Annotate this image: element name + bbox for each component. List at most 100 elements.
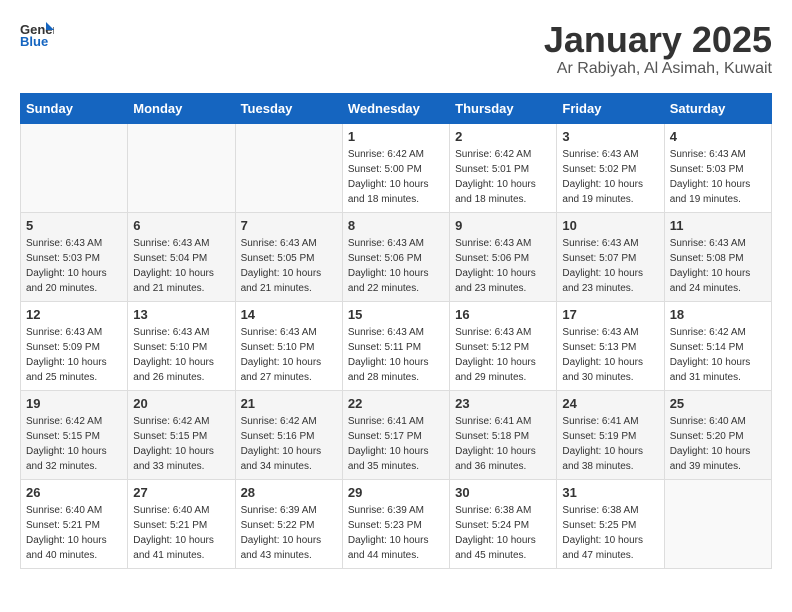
day-number: 29 — [348, 485, 444, 500]
calendar-cell: 25 Sunrise: 6:40 AM Sunset: 5:20 PM Dayli… — [664, 390, 771, 479]
weekday-header-sunday: Sunday — [21, 93, 128, 123]
calendar-cell — [128, 123, 235, 212]
day-info: Sunrise: 6:40 AM Sunset: 5:21 PM Dayligh… — [133, 503, 229, 563]
calendar-week-3: 12Sunrise: 6:43 AM Sunset: 5:09 PM Dayli… — [21, 301, 772, 390]
day-info: Sunrise: 6:41 AM Sunset: 5:18 PM Dayligh… — [455, 414, 551, 474]
weekday-header-tuesday: Tuesday — [235, 93, 342, 123]
calendar-cell: 20 Sunrise: 6:42 AM Sunset: 5:15 PM Dayli… — [128, 390, 235, 479]
calendar-cell: 27Sunrise: 6:40 AM Sunset: 5:21 PM Dayli… — [128, 479, 235, 568]
day-info: Sunrise: 6:43 AM Sunset: 5:10 PM Dayligh… — [133, 325, 229, 385]
day-info: Sunrise: 6:41 AM Sunset: 5:19 PM Dayligh… — [562, 414, 658, 474]
calendar-cell: 9 Sunrise: 6:43 AM Sunset: 5:06 PM Daylig… — [450, 212, 557, 301]
calendar-cell: 7Sunrise: 6:43 AM Sunset: 5:05 PM Daylig… — [235, 212, 342, 301]
calendar-cell: 29 Sunrise: 6:39 AM Sunset: 5:23 PM Dayli… — [342, 479, 449, 568]
calendar-cell: 26 Sunrise: 6:40 AM Sunset: 5:21 PM Dayli… — [21, 479, 128, 568]
day-info: Sunrise: 6:43 AM Sunset: 5:06 PM Dayligh… — [348, 236, 444, 296]
day-info: Sunrise: 6:43 AM Sunset: 5:03 PM Dayligh… — [26, 236, 122, 296]
day-info: Sunrise: 6:43 AM Sunset: 5:02 PM Dayligh… — [562, 147, 658, 207]
day-number: 23 — [455, 396, 551, 411]
calendar-cell: 6 Sunrise: 6:43 AM Sunset: 5:04 PM Daylig… — [128, 212, 235, 301]
day-info: Sunrise: 6:40 AM Sunset: 5:21 PM Dayligh… — [26, 503, 122, 563]
day-info: Sunrise: 6:43 AM Sunset: 5:04 PM Dayligh… — [133, 236, 229, 296]
calendar-cell: 30 Sunrise: 6:38 AM Sunset: 5:24 PM Dayli… — [450, 479, 557, 568]
day-info: Sunrise: 6:39 AM Sunset: 5:22 PM Dayligh… — [241, 503, 337, 563]
day-number: 3 — [562, 129, 658, 144]
day-info: Sunrise: 6:41 AM Sunset: 5:17 PM Dayligh… — [348, 414, 444, 474]
day-info: Sunrise: 6:43 AM Sunset: 5:06 PM Dayligh… — [455, 236, 551, 296]
day-number: 4 — [670, 129, 766, 144]
month-title: January 2025 — [544, 20, 772, 60]
calendar-cell: 24 Sunrise: 6:41 AM Sunset: 5:19 PM Dayli… — [557, 390, 664, 479]
calendar-cell: 3 Sunrise: 6:43 AM Sunset: 5:02 PM Daylig… — [557, 123, 664, 212]
calendar-cell: 28 Sunrise: 6:39 AM Sunset: 5:22 PM Dayli… — [235, 479, 342, 568]
day-number: 25 — [670, 396, 766, 411]
day-number: 11 — [670, 218, 766, 233]
day-info: Sunrise: 6:38 AM Sunset: 5:25 PM Dayligh… — [562, 503, 658, 563]
day-info: Sunrise: 6:43 AM Sunset: 5:08 PM Dayligh… — [670, 236, 766, 296]
calendar-cell: 12Sunrise: 6:43 AM Sunset: 5:09 PM Dayli… — [21, 301, 128, 390]
day-number: 13 — [133, 307, 229, 322]
day-number: 22 — [348, 396, 444, 411]
calendar-cell: 22 Sunrise: 6:41 AM Sunset: 5:17 PM Dayli… — [342, 390, 449, 479]
calendar-cell: 2 Sunrise: 6:42 AM Sunset: 5:01 PM Daylig… — [450, 123, 557, 212]
day-number: 10 — [562, 218, 658, 233]
day-info: Sunrise: 6:39 AM Sunset: 5:23 PM Dayligh… — [348, 503, 444, 563]
day-number: 26 — [26, 485, 122, 500]
logo: General Blue — [20, 20, 54, 48]
day-number: 21 — [241, 396, 337, 411]
day-number: 20 — [133, 396, 229, 411]
calendar-cell: 13 Sunrise: 6:43 AM Sunset: 5:10 PM Dayli… — [128, 301, 235, 390]
day-number: 19 — [26, 396, 122, 411]
day-info: Sunrise: 6:42 AM Sunset: 5:15 PM Dayligh… — [133, 414, 229, 474]
calendar-cell: 4 Sunrise: 6:43 AM Sunset: 5:03 PM Daylig… — [664, 123, 771, 212]
day-info: Sunrise: 6:43 AM Sunset: 5:13 PM Dayligh… — [562, 325, 658, 385]
day-number: 31 — [562, 485, 658, 500]
day-info: Sunrise: 6:40 AM Sunset: 5:20 PM Dayligh… — [670, 414, 766, 474]
day-info: Sunrise: 6:42 AM Sunset: 5:01 PM Dayligh… — [455, 147, 551, 207]
calendar-table: SundayMondayTuesdayWednesdayThursdayFrid… — [20, 93, 772, 569]
svg-text:Blue: Blue — [20, 34, 48, 48]
calendar-cell — [235, 123, 342, 212]
calendar-cell: 16Sunrise: 6:43 AM Sunset: 5:12 PM Dayli… — [450, 301, 557, 390]
day-info: Sunrise: 6:42 AM Sunset: 5:15 PM Dayligh… — [26, 414, 122, 474]
calendar-cell: 31 Sunrise: 6:38 AM Sunset: 5:25 PM Dayli… — [557, 479, 664, 568]
day-info: Sunrise: 6:43 AM Sunset: 5:03 PM Dayligh… — [670, 147, 766, 207]
calendar-header-row: SundayMondayTuesdayWednesdayThursdayFrid… — [21, 93, 772, 123]
calendar-cell: 11 Sunrise: 6:43 AM Sunset: 5:08 PM Dayli… — [664, 212, 771, 301]
calendar-cell: 14Sunrise: 6:43 AM Sunset: 5:10 PM Dayli… — [235, 301, 342, 390]
day-info: Sunrise: 6:43 AM Sunset: 5:12 PM Dayligh… — [455, 325, 551, 385]
calendar-cell: 8 Sunrise: 6:43 AM Sunset: 5:06 PM Daylig… — [342, 212, 449, 301]
calendar-cell: 1Sunrise: 6:42 AM Sunset: 5:00 PM Daylig… — [342, 123, 449, 212]
day-number: 5 — [26, 218, 122, 233]
day-info: Sunrise: 6:42 AM Sunset: 5:14 PM Dayligh… — [670, 325, 766, 385]
title-section: January 2025 Ar Rabiyah, Al Asimah, Kuwa… — [544, 20, 772, 78]
day-number: 6 — [133, 218, 229, 233]
weekday-header-saturday: Saturday — [664, 93, 771, 123]
day-number: 24 — [562, 396, 658, 411]
day-info: Sunrise: 6:38 AM Sunset: 5:24 PM Dayligh… — [455, 503, 551, 563]
calendar-cell: 17Sunrise: 6:43 AM Sunset: 5:13 PM Dayli… — [557, 301, 664, 390]
calendar-cell — [664, 479, 771, 568]
calendar-cell: 10Sunrise: 6:43 AM Sunset: 5:07 PM Dayli… — [557, 212, 664, 301]
calendar-cell: 19 Sunrise: 6:42 AM Sunset: 5:15 PM Dayli… — [21, 390, 128, 479]
weekday-header-thursday: Thursday — [450, 93, 557, 123]
day-number: 8 — [348, 218, 444, 233]
day-info: Sunrise: 6:42 AM Sunset: 5:16 PM Dayligh… — [241, 414, 337, 474]
day-number: 28 — [241, 485, 337, 500]
day-info: Sunrise: 6:43 AM Sunset: 5:11 PM Dayligh… — [348, 325, 444, 385]
day-number: 14 — [241, 307, 337, 322]
day-number: 12 — [26, 307, 122, 322]
calendar-cell: 15Sunrise: 6:43 AM Sunset: 5:11 PM Dayli… — [342, 301, 449, 390]
day-number: 9 — [455, 218, 551, 233]
logo-icon: General Blue — [20, 20, 54, 48]
page-header: General Blue January 2025 Ar Rabiyah, Al… — [20, 20, 772, 78]
location-subtitle: Ar Rabiyah, Al Asimah, Kuwait — [544, 60, 772, 78]
day-number: 30 — [455, 485, 551, 500]
calendar-week-1: 1Sunrise: 6:42 AM Sunset: 5:00 PM Daylig… — [21, 123, 772, 212]
calendar-cell: 23 Sunrise: 6:41 AM Sunset: 5:18 PM Dayli… — [450, 390, 557, 479]
day-number: 2 — [455, 129, 551, 144]
day-number: 18 — [670, 307, 766, 322]
calendar-cell: 18 Sunrise: 6:42 AM Sunset: 5:14 PM Dayli… — [664, 301, 771, 390]
calendar-cell: 5 Sunrise: 6:43 AM Sunset: 5:03 PM Daylig… — [21, 212, 128, 301]
calendar-week-2: 5 Sunrise: 6:43 AM Sunset: 5:03 PM Daylig… — [21, 212, 772, 301]
